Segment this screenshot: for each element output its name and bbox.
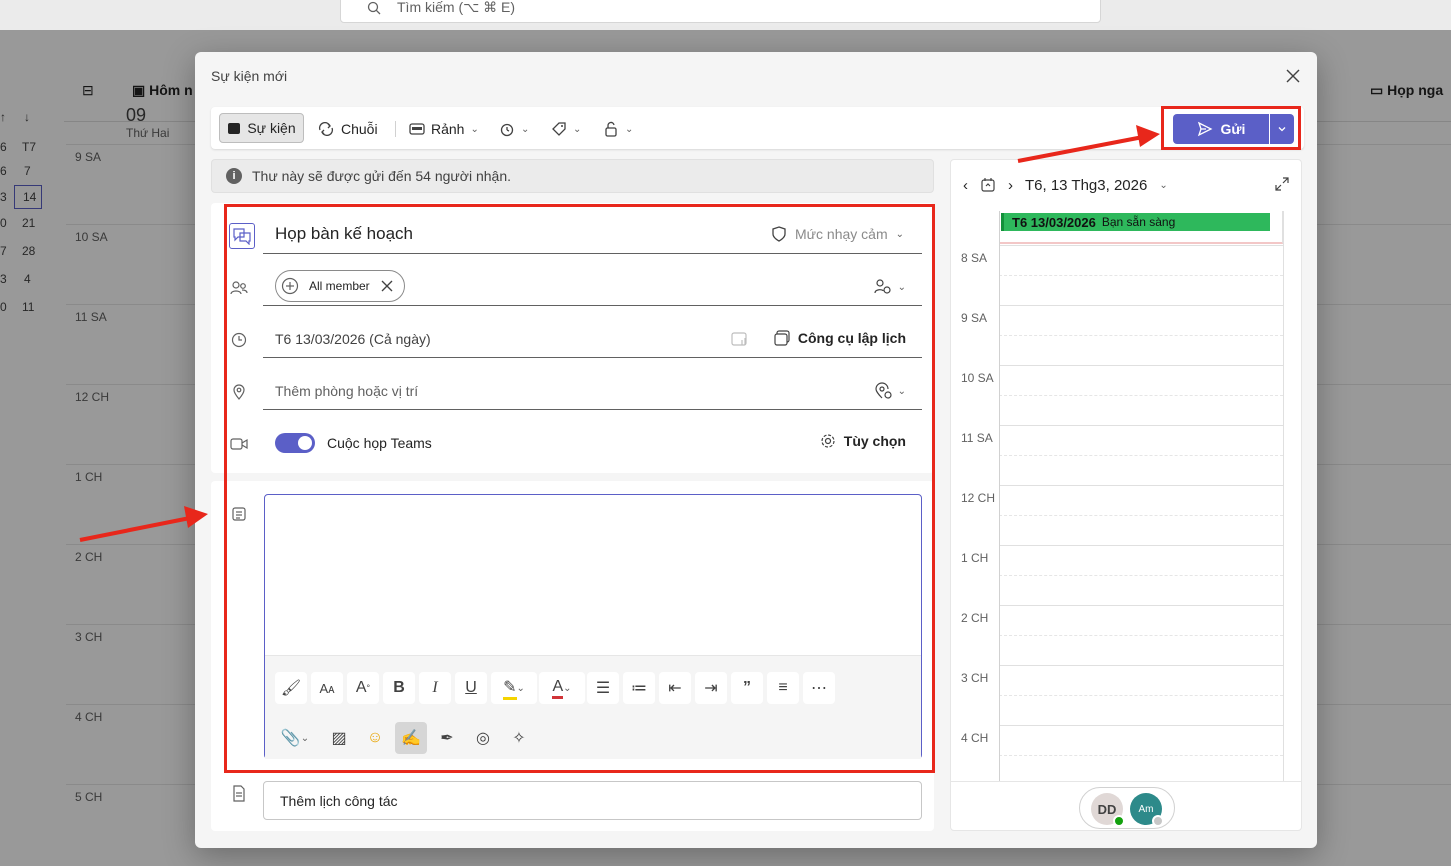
arrow-to-send-head	[1136, 125, 1160, 147]
arrow-to-body	[79, 516, 191, 542]
annotation-arrows	[79, 125, 1160, 542]
arrow-to-send	[1017, 135, 1144, 163]
arrow-to-body-head	[184, 506, 208, 528]
